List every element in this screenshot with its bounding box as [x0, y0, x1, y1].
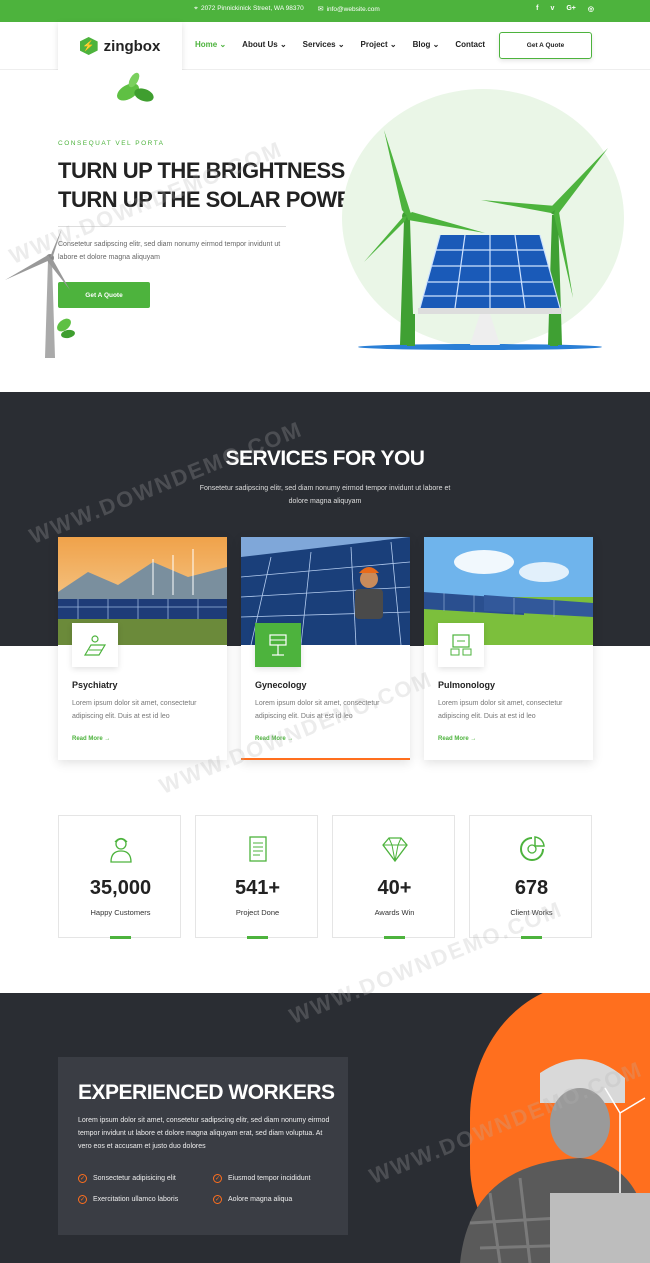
stat-number: 35,000 [89, 877, 152, 899]
address-text: 2072 Pinnickinick Street, WA 98370 [200, 5, 304, 12]
active-card-bar [241, 758, 410, 760]
stat-underline [110, 936, 131, 939]
nav-services[interactable]: Services ⌄ [303, 40, 345, 49]
facebook-icon[interactable]: f [536, 5, 538, 13]
logo[interactable]: ⚡ zingbox [58, 22, 182, 70]
hero-title-line1: TURN UP THE BRIGHTNESS [58, 158, 345, 183]
service-text: Lorem ipsum dolor sit amet, consectetur … [255, 700, 380, 720]
check-label: Eiusmod tempor incididunt [228, 1175, 311, 1182]
check-icon: ✓ [213, 1174, 222, 1183]
stat-underline [521, 936, 542, 939]
solar-panel-icon [255, 623, 301, 667]
check-icon: ✓ [78, 1174, 87, 1183]
social-links: f v G+ ◎ [536, 5, 594, 13]
service-title: Psychiatry [72, 680, 118, 690]
solar-panel-illustration [358, 130, 608, 350]
service-card-pulmonology[interactable]: Pulmonology Lorem ipsum dolor sit amet, … [424, 537, 593, 760]
hero-title-line2: TURN UP THE SOLAR POWER. [58, 187, 372, 212]
check-label: Exercitation ullamco laboris [93, 1196, 179, 1203]
main-nav: Home ⌄ About Us ⌄ Services ⌄ Project ⌄ B… [195, 40, 485, 49]
stat-number: 40+ [377, 877, 412, 899]
services-title: SERVICES FOR YOU [225, 447, 425, 470]
stat-underline [384, 936, 405, 939]
check-label: Aolore magna aliqua [228, 1196, 293, 1203]
hero-kicker: CONSEQUAT VEL PORTA [58, 140, 165, 147]
hero-section: CONSEQUAT VEL PORTA TURN UP THE BRIGHTNE… [0, 70, 650, 392]
stat-happy-customers: 35,000 Happy Customers [58, 815, 181, 939]
check-item: ✓ Exercitation ullamco laboris [78, 1195, 178, 1204]
email-item[interactable]: ✉ info@website.com [318, 5, 380, 13]
service-card-gynecology[interactable]: Gynecology Lorem ipsum dolor sit amet, c… [241, 537, 410, 760]
wind-turbine-icon [5, 230, 75, 358]
nav-blog[interactable]: Blog ⌄ [413, 40, 440, 49]
address-item: ⌖ 2072 Pinnickinick Street, WA 98370 [194, 5, 304, 13]
stat-number: 541+ [234, 877, 281, 899]
location-icon: ⌖ [194, 5, 198, 12]
header-quote-button[interactable]: Get A Quote [499, 32, 592, 59]
hero-description: Consetetur sadipscing elitr, sed diam no… [58, 241, 281, 261]
solar-sun-icon [72, 623, 118, 667]
check-item: ✓ Eiusmod tempor incididunt [213, 1174, 311, 1183]
nav-contact[interactable]: Contact [455, 40, 485, 49]
check-item: ✓ Sonsectetur adipisicing elit [78, 1174, 176, 1183]
instagram-icon[interactable]: ◎ [588, 5, 594, 13]
service-title: Pulmonology [438, 680, 495, 690]
stat-underline [247, 936, 268, 939]
read-more-link[interactable]: Read More → [255, 736, 293, 742]
email-text[interactable]: info@website.com [327, 6, 380, 13]
pie-chart-icon [520, 836, 545, 861]
stat-project-done: 541+ Project Done [195, 815, 318, 939]
workers-title: EXPERIENCED WORKERS [78, 1081, 335, 1104]
workers-paragraph: Lorem ipsum dolor sit amet, consetetur s… [78, 1117, 330, 1150]
vimeo-icon[interactable]: v [550, 5, 554, 13]
nav-project[interactable]: Project ⌄ [361, 40, 397, 49]
mail-icon: ✉ [317, 6, 324, 13]
stat-label: Awards Win [374, 908, 415, 917]
stat-label: Client Works [510, 908, 553, 917]
service-card-psychiatry[interactable]: Psychiatry Lorem ipsum dolor sit amet, c… [58, 537, 227, 760]
worker-icon [110, 837, 132, 863]
worker-photo [460, 1059, 650, 1263]
workers-section: EXPERIENCED WORKERS Lorem ipsum dolor si… [0, 993, 650, 1263]
google-plus-icon[interactable]: G+ [566, 5, 576, 13]
contact-info: ⌖ 2072 Pinnickinick Street, WA 98370 ✉ inf… [194, 5, 380, 13]
diamond-icon [382, 837, 408, 863]
service-text: Lorem ipsum dolor sit amet, consectetur … [72, 700, 197, 720]
check-item: ✓ Aolore magna aliqua [213, 1195, 292, 1204]
stat-awards-win: 40+ Awards Win [332, 815, 455, 939]
logo-text: zingbox [103, 37, 161, 55]
top-bar: ⌖ 2072 Pinnickinick Street, WA 98370 ✉ inf… [0, 0, 650, 22]
workers-box: EXPERIENCED WORKERS Lorem ipsum dolor si… [58, 1057, 348, 1235]
main-header: ⚡ zingbox Home ⌄ About Us ⌄ Services ⌄ P… [0, 22, 650, 70]
stat-label: Happy Customers [90, 908, 151, 917]
service-text: Lorem ipsum dolor sit amet, consectetur … [438, 700, 563, 720]
read-more-link[interactable]: Read More → [438, 736, 476, 742]
document-icon [249, 836, 267, 862]
service-title: Gynecology [255, 680, 307, 690]
stat-client-works: 678 Client Works [469, 815, 592, 939]
hero-divider [58, 226, 286, 227]
stat-number: 678 [514, 877, 549, 899]
nav-about[interactable]: About Us ⌄ [242, 40, 287, 49]
nav-home[interactable]: Home ⌄ [195, 40, 226, 49]
stat-label: Project Done [235, 908, 280, 917]
leaf-icon [117, 72, 154, 102]
hero-title: TURN UP THE BRIGHTNESS TURN UP THE SOLAR… [58, 156, 372, 214]
control-panel-icon [438, 623, 484, 667]
lightning-icon: ⚡ [79, 37, 98, 55]
check-icon: ✓ [78, 1195, 87, 1204]
services-subtitle: Fonsetetur sadipscing elitr, sed diam no… [199, 485, 451, 505]
read-more-link[interactable]: Read More → [72, 736, 110, 742]
check-label: Sonsectetur adipisicing elit [93, 1175, 176, 1182]
check-icon: ✓ [213, 1195, 222, 1204]
